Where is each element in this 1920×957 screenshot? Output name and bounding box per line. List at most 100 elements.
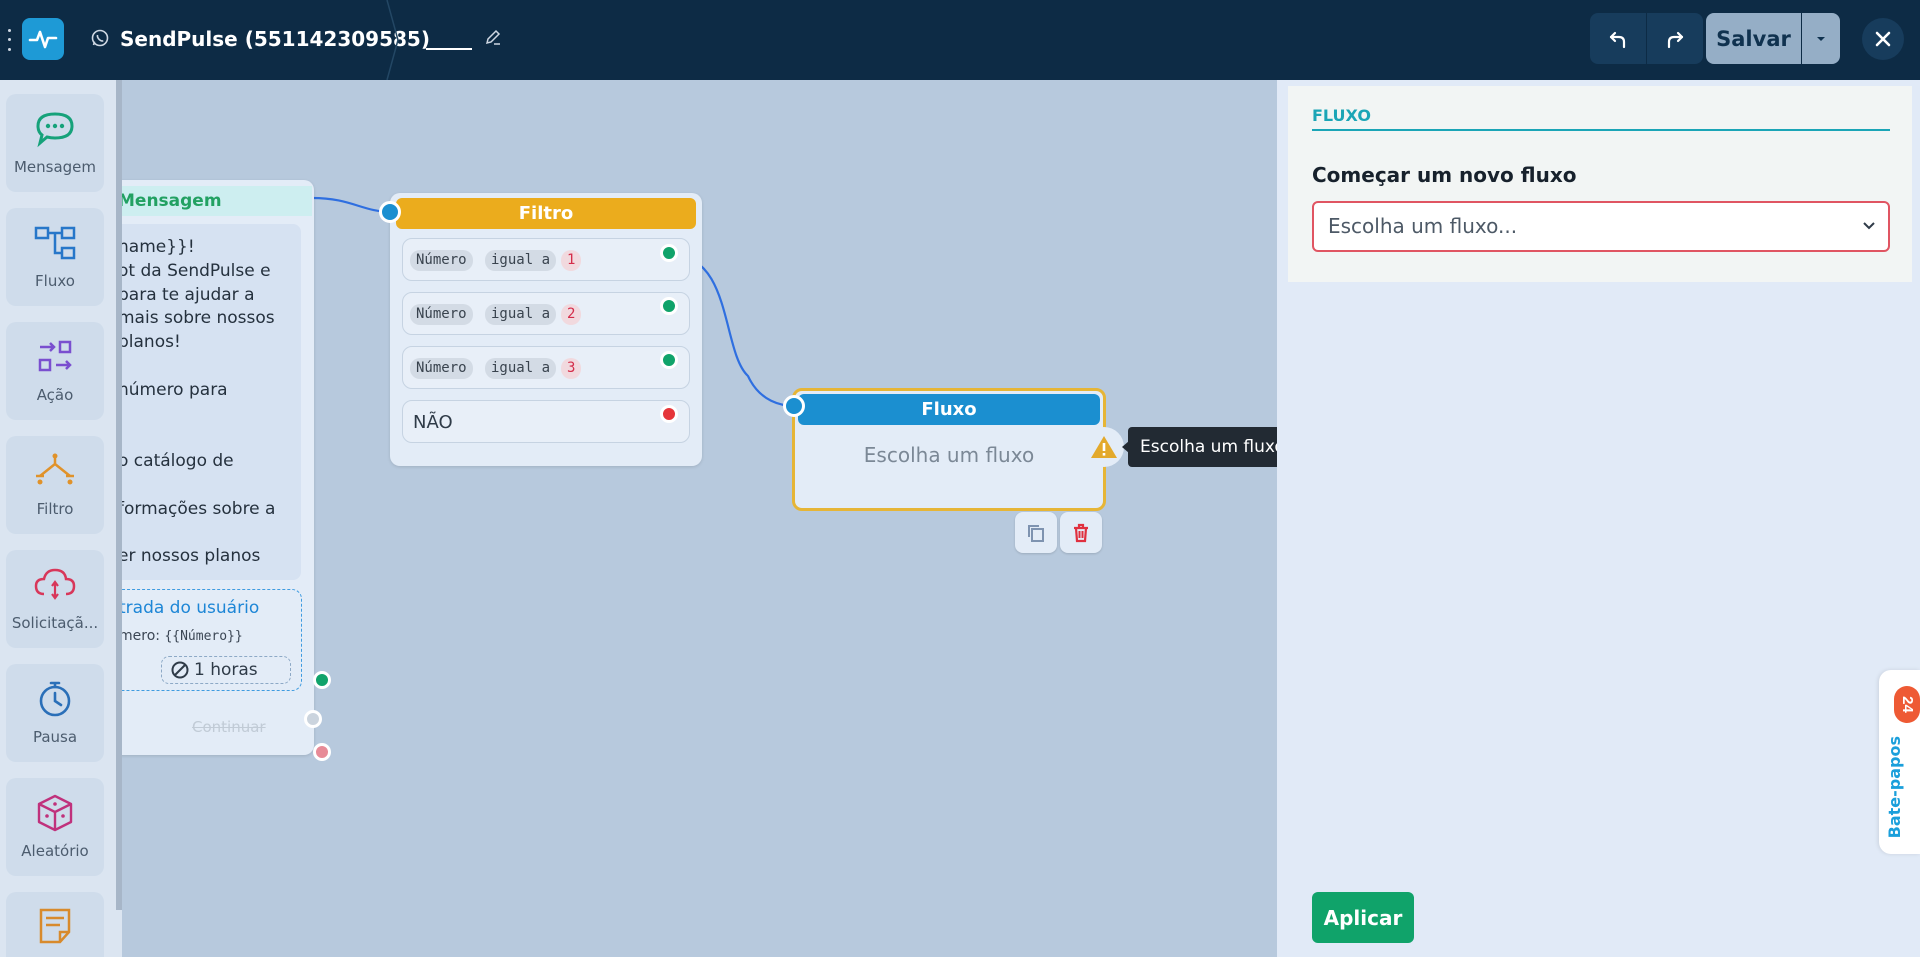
- close-button[interactable]: [1862, 18, 1904, 60]
- filter-node[interactable]: Filtro Número igual a 1 Número igual a 2…: [390, 193, 702, 466]
- palette-item-filter[interactable]: Filtro: [6, 436, 104, 534]
- condition-output-port[interactable]: [660, 244, 678, 262]
- note-icon: [39, 908, 71, 944]
- redo-icon: [1667, 31, 1684, 48]
- duplicate-node-button[interactable]: [1015, 512, 1057, 553]
- warning-tooltip: Escolha um fluxo: [1128, 427, 1277, 467]
- palette-label: Pausa: [32, 728, 78, 746]
- action-icon: [38, 340, 72, 372]
- delete-node-button[interactable]: [1060, 512, 1102, 553]
- message-text-line: name}}!: [122, 237, 195, 257]
- filter-node-title: Filtro: [396, 198, 696, 229]
- element-palette: Mensagem Fluxo Ação Filtro Solicitaçã...…: [0, 80, 122, 957]
- timeout-output-port[interactable]: [313, 743, 331, 761]
- timer-icon: [39, 681, 71, 717]
- user-input-title: trada do usuário: [122, 598, 260, 618]
- message-text-line: [122, 426, 301, 450]
- chats-tab-label: Bate-papos: [1885, 736, 1904, 839]
- condition-value: 3: [561, 358, 582, 379]
- message-text-line: [122, 522, 301, 546]
- else-label: NÃO: [413, 412, 453, 433]
- breadcrumb-separator: [386, 0, 399, 80]
- condition-operator: igual a: [485, 250, 557, 271]
- else-output-port[interactable]: [660, 405, 678, 423]
- dice-icon: [37, 794, 73, 832]
- timeout-chip[interactable]: 1 horas: [161, 656, 291, 684]
- flow-name-field[interactable]: [426, 26, 472, 50]
- copy-icon: [1028, 524, 1044, 542]
- flow-node[interactable]: Fluxo Escolha um fluxo: [792, 388, 1106, 511]
- user-input-output-port[interactable]: [313, 671, 331, 689]
- message-text-line: o catálogo de: [122, 451, 234, 472]
- palette-label: Aleatório: [21, 842, 89, 860]
- chat-bubble-icon: [36, 112, 74, 148]
- flow-canvas[interactable]: Mensagem name}}! ot da SendPulse e para te…: [122, 80, 1277, 957]
- palette-item-message[interactable]: Mensagem: [6, 94, 104, 192]
- flow-input-port[interactable]: [783, 395, 805, 417]
- condition-operator: igual a: [485, 358, 557, 379]
- continue-label: Continuar: [192, 718, 266, 736]
- close-icon: [1875, 31, 1891, 47]
- message-text-line: [122, 474, 301, 498]
- message-text-line: para te ajudar a: [122, 284, 255, 305]
- warning-icon[interactable]: [1084, 427, 1124, 467]
- apply-button[interactable]: Aplicar: [1312, 892, 1414, 943]
- condition-output-port[interactable]: [660, 351, 678, 369]
- channel-name: SendPulse (551142309585): [120, 27, 430, 51]
- palette-label: Solicitaçã...: [11, 614, 99, 632]
- filter-else-row[interactable]: NÃO: [402, 400, 690, 443]
- message-node[interactable]: Mensagem name}}! ot da SendPulse e para te…: [122, 180, 331, 761]
- palette-label: Mensagem: [13, 158, 97, 176]
- palette-item-request[interactable]: Solicitaçã...: [6, 550, 104, 648]
- palette-item-pause[interactable]: Pausa: [6, 664, 104, 762]
- save-button[interactable]: Salvar: [1706, 13, 1801, 64]
- message-text-line: ot da SendPulse e: [122, 260, 271, 281]
- palette-item-flow[interactable]: Fluxo: [6, 208, 104, 306]
- chevron-down-icon: [1817, 36, 1825, 41]
- palette-label: Ação: [36, 386, 74, 404]
- trash-icon: [1074, 523, 1088, 542]
- user-input-variable: mero: {{Número}}: [122, 628, 243, 644]
- pencil-icon[interactable]: [484, 28, 502, 46]
- continue-output-port[interactable]: [304, 710, 322, 728]
- condition-value: 2: [561, 304, 582, 325]
- menu-dots-icon[interactable]: [4, 26, 14, 54]
- condition-output-port[interactable]: [660, 297, 678, 315]
- palette-item-action[interactable]: Ação: [6, 322, 104, 420]
- message-text-line: mais sobre nossos: [122, 308, 275, 329]
- timeout-icon: [171, 661, 189, 679]
- filter-condition-row[interactable]: Número igual a 2: [402, 292, 690, 335]
- filter-icon: [36, 453, 74, 485]
- flow-icon: [34, 226, 76, 260]
- chats-count-badge: 24: [1894, 686, 1920, 723]
- flow-settings-card: FLUXO Começar um novo fluxo Escolha um f…: [1288, 86, 1912, 282]
- flow-select[interactable]: Escolha um fluxo...: [1312, 201, 1890, 252]
- filter-condition-row[interactable]: Número igual a 3: [402, 346, 690, 389]
- cloud-request-icon: [34, 568, 76, 600]
- chevron-down-icon: [1863, 222, 1875, 230]
- message-node-title: Mensagem: [122, 186, 312, 216]
- start-flow-label: Começar um novo fluxo: [1312, 163, 1577, 187]
- condition-field: Número: [410, 250, 473, 271]
- undo-button[interactable]: [1590, 13, 1646, 64]
- message-text-line: er nossos planos: [122, 546, 261, 567]
- palette-item-note[interactable]: [6, 892, 104, 957]
- palette-item-random[interactable]: Aleatório: [6, 778, 104, 876]
- filter-condition-row[interactable]: Número igual a 1: [402, 238, 690, 281]
- message-node-body[interactable]: name}}! ot da SendPulse e para te ajudar a…: [122, 224, 301, 580]
- undo-icon: [1609, 31, 1626, 48]
- condition-field: Número: [410, 358, 473, 379]
- flow-node-title: Fluxo: [798, 394, 1100, 425]
- flow-node-placeholder: Escolha um fluxo: [863, 443, 1035, 467]
- condition-field: Número: [410, 304, 473, 325]
- panel-divider: [1312, 129, 1890, 131]
- save-options-button[interactable]: [1802, 13, 1840, 64]
- condition-value: 1: [561, 250, 582, 271]
- condition-operator: igual a: [485, 304, 557, 325]
- message-text-line: [122, 403, 301, 427]
- sendpulse-logo-icon[interactable]: [22, 18, 64, 60]
- user-input-block[interactable]: trada do usuário mero: {{Número}} 1 hora…: [122, 589, 302, 691]
- filter-input-port[interactable]: [379, 201, 401, 223]
- redo-button[interactable]: [1647, 13, 1703, 64]
- whatsapp-icon: [91, 29, 109, 47]
